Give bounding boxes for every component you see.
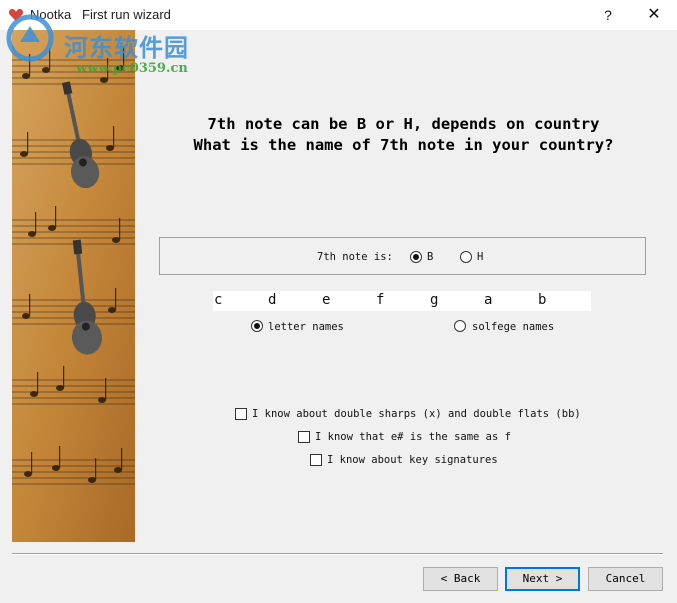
note-name: g [430,292,439,308]
radio-b[interactable] [410,251,422,263]
note-name: b [538,292,547,308]
checkbox-enharmonics[interactable] [298,431,310,443]
radio-letter-names-label: letter names [268,321,344,333]
radio-solfege-names-label: solfege names [472,321,555,333]
radio-solfege-names[interactable] [454,320,466,332]
checkbox-key-signatures-label: I know about key signatures [327,454,498,466]
window-title: Nootka First run wizard [30,7,171,22]
close-button[interactable]: ✕ [632,0,676,30]
next-button[interactable]: Next > [505,567,580,591]
note-name: a [484,292,493,308]
seventh-note-label: 7th note is: [317,251,393,263]
checkbox-key-signatures[interactable] [310,454,322,466]
title-bar: Nootka First run wizard ? ✕ [0,0,677,30]
question-line-1: 7th note can be B or H, depends on count… [207,115,600,133]
help-button[interactable]: ? [586,0,630,30]
back-button[interactable]: < Back [423,567,498,591]
radio-b-label: B [427,251,434,263]
checkbox-enharmonics-label: I know that e# is the same as f [315,431,511,443]
radio-letter-names[interactable] [251,320,263,332]
note-name: d [268,292,277,308]
note-name: e [322,292,331,308]
radio-h[interactable] [460,251,472,263]
question-line-2: What is the name of 7th note in your cou… [193,136,614,154]
checkbox-double-accidentals-label: I know about double sharps (x) and doubl… [252,408,581,420]
question-text: 7th note can be B or H, depends on count… [150,114,657,156]
cancel-button[interactable]: Cancel [588,567,663,591]
note-name: c [214,292,223,308]
seventh-note-group: 7th note is: B H [159,237,646,275]
sheet-music-guitar-image [12,30,135,542]
footer-separator [12,553,663,555]
radio-h-label: H [477,251,484,263]
note-name: f [376,292,385,308]
note-names-preview: c d e f g a b [213,291,591,311]
heart-note-icon [8,9,24,21]
checkbox-double-accidentals[interactable] [235,408,247,420]
